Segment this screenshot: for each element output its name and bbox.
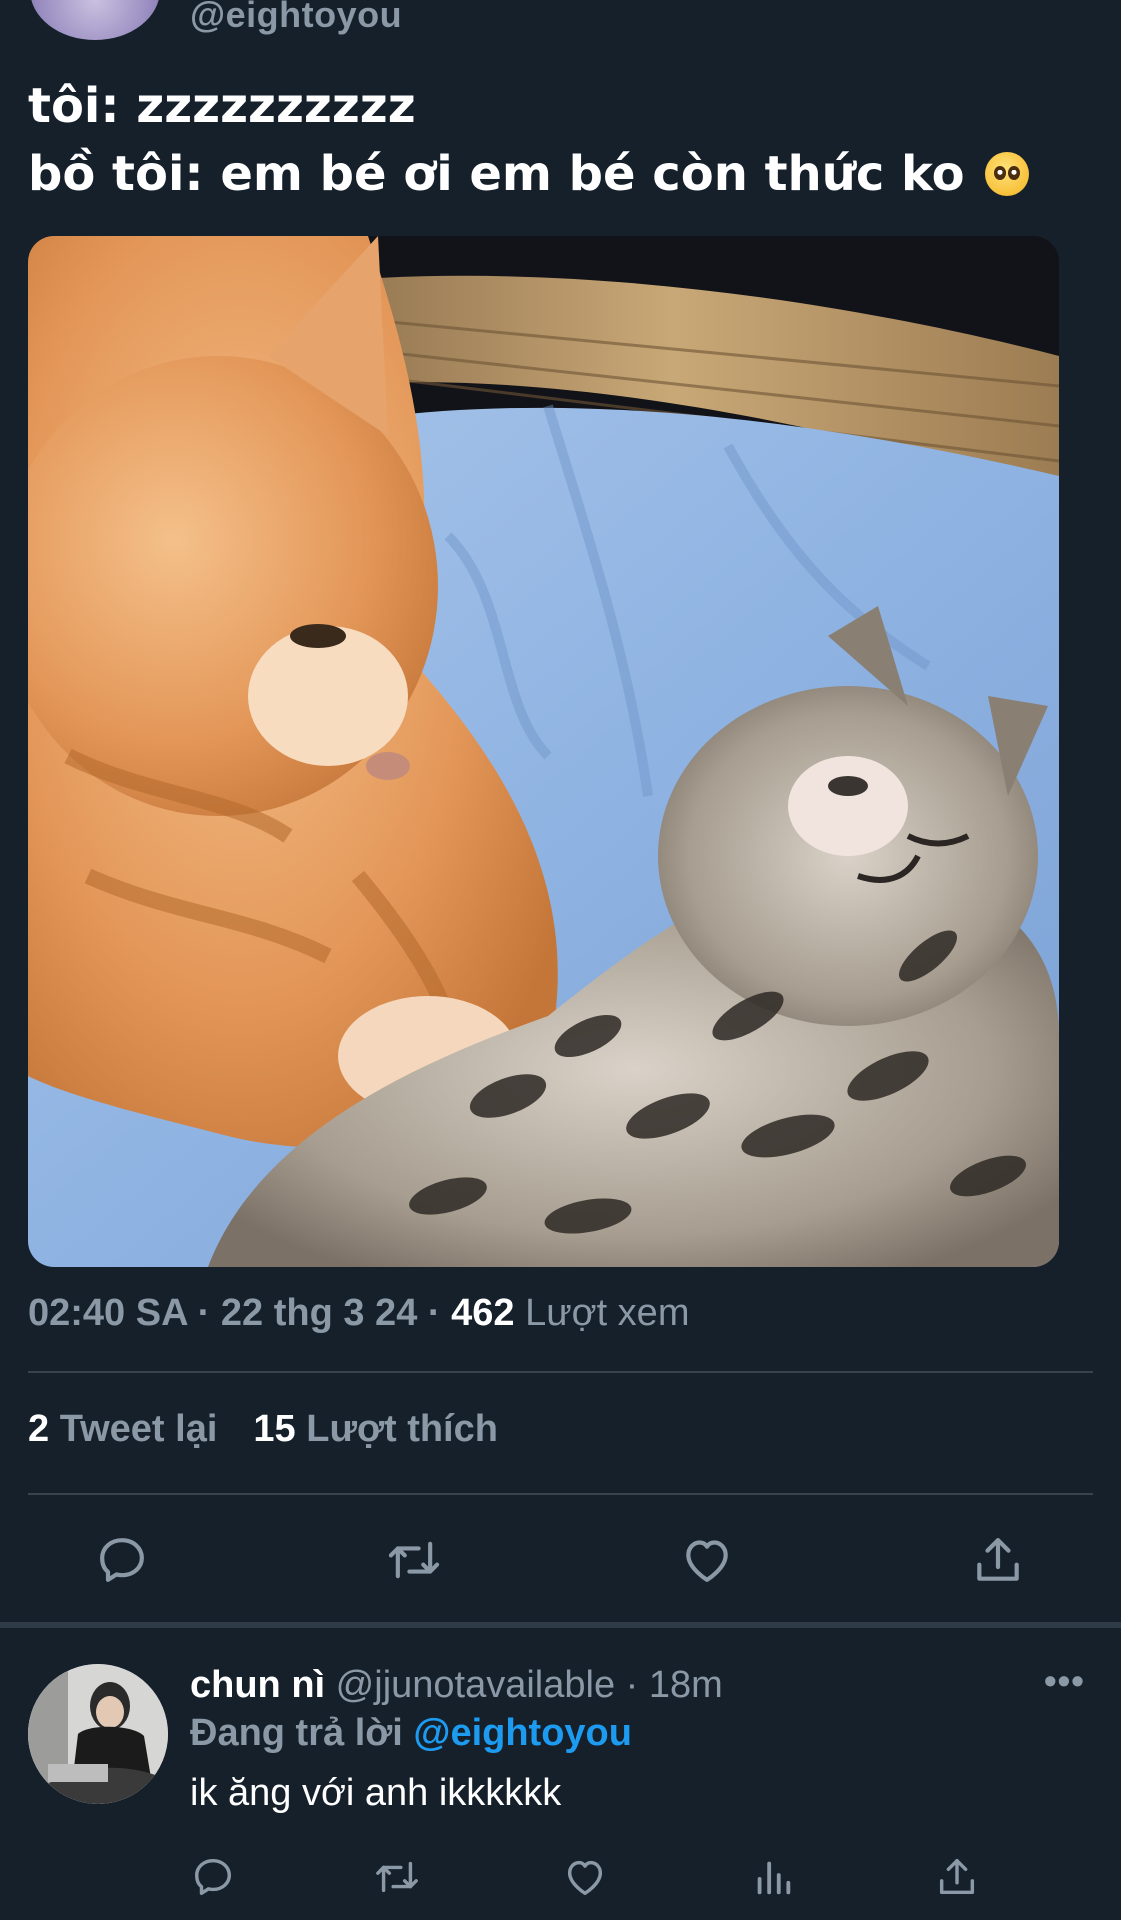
retweet-icon[interactable] (384, 1532, 444, 1588)
divider (28, 1371, 1093, 1373)
reply-time[interactable]: 18m (649, 1664, 723, 1706)
retweets-stat[interactable]: 2 Tweet lại (28, 1408, 217, 1450)
analytics-icon[interactable] (750, 1854, 796, 1900)
more-options-icon[interactable]: ••• (1044, 1660, 1085, 1702)
author-handle[interactable]: @eightoyou (190, 0, 402, 36)
pleading-face-emoji-icon (985, 152, 1030, 196)
retweet-icon[interactable] (372, 1854, 422, 1900)
share-icon[interactable] (970, 1532, 1026, 1588)
tweet-text-line-2-text: bồ tôi: em bé ơi em bé còn thức ko (28, 146, 965, 202)
reply-text: ik ăng với anh ikkkkkk (190, 1772, 562, 1814)
retweets-count: 2 (28, 1408, 50, 1450)
tweet-text-line-2: bồ tôi: em bé ơi em bé còn thức ko (28, 140, 1088, 208)
divider (28, 1493, 1093, 1495)
views-label: Lượt xem (525, 1292, 690, 1334)
replying-to-mention[interactable]: @eightoyou (413, 1712, 632, 1754)
reply-icon[interactable] (190, 1854, 236, 1900)
reply-icon[interactable] (94, 1532, 150, 1588)
tweet-meta: 02:40 SA · 22 thg 3 24 · 462 Lượt xem (28, 1292, 690, 1334)
tweet-text-line-1: tôi: zzzzzzzzzz (28, 78, 416, 134)
retweets-label: Tweet lại (59, 1408, 218, 1450)
like-icon[interactable] (562, 1854, 608, 1900)
tweet-text: tôi: zzzzzzzzzz bồ tôi: em bé ơi em bé c… (28, 72, 1088, 208)
share-icon[interactable] (934, 1854, 980, 1900)
replying-to: Đang trả lời @eightoyou (190, 1712, 632, 1755)
tweet-date[interactable]: 22 thg 3 24 (221, 1292, 417, 1334)
like-icon[interactable] (679, 1532, 735, 1588)
likes-stat[interactable]: 15 Lượt thích (253, 1408, 498, 1450)
tweet-time[interactable]: 02:40 SA (28, 1292, 187, 1334)
tweet-detail-page: @eightoyou tôi: zzzzzzzzzz bồ tôi: em bé… (0, 0, 1121, 1920)
likes-count: 15 (253, 1408, 296, 1450)
replying-to-label: Đang trả lời (190, 1712, 403, 1754)
tweet-photo[interactable] (28, 236, 1059, 1267)
reply-header: chun nì @jjunotavailable · 18m (190, 1664, 723, 1706)
reply-author-name[interactable]: chun nì (190, 1664, 325, 1706)
section-separator (0, 1622, 1121, 1628)
likes-label: Lượt thích (306, 1408, 498, 1450)
reply-author-handle[interactable]: @jjunotavailable (336, 1664, 615, 1706)
views-count: 462 (451, 1292, 515, 1334)
tweet-stats: 2 Tweet lại 15 Lượt thích (28, 1408, 498, 1451)
reply-avatar[interactable] (28, 1664, 168, 1804)
author-avatar[interactable] (30, 0, 160, 40)
